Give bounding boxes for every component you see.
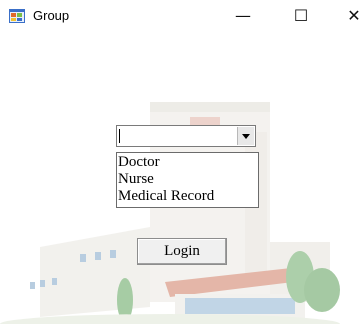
dropdown-option-doctor[interactable]: Doctor [117,154,258,171]
minimize-button[interactable]: — [220,0,266,32]
maximize-button[interactable]: ☐ [278,0,324,32]
close-button[interactable]: ✕ [334,0,360,32]
text-caret [119,129,120,143]
app-window-icon[interactable] [9,9,25,23]
role-dropdown-list[interactable]: Doctor Nurse Medical Record [116,152,259,208]
dropdown-option-nurse[interactable]: Nurse [117,171,258,188]
window-title: Group [33,8,70,23]
login-button[interactable]: Login [137,238,227,265]
dropdown-option-medical-record[interactable]: Medical Record [117,188,258,205]
title-bar: Group — ☐ ✕ [0,0,360,32]
chevron-down-icon [242,134,250,139]
dropdown-arrow-button[interactable] [237,127,254,145]
role-select[interactable] [116,125,256,147]
